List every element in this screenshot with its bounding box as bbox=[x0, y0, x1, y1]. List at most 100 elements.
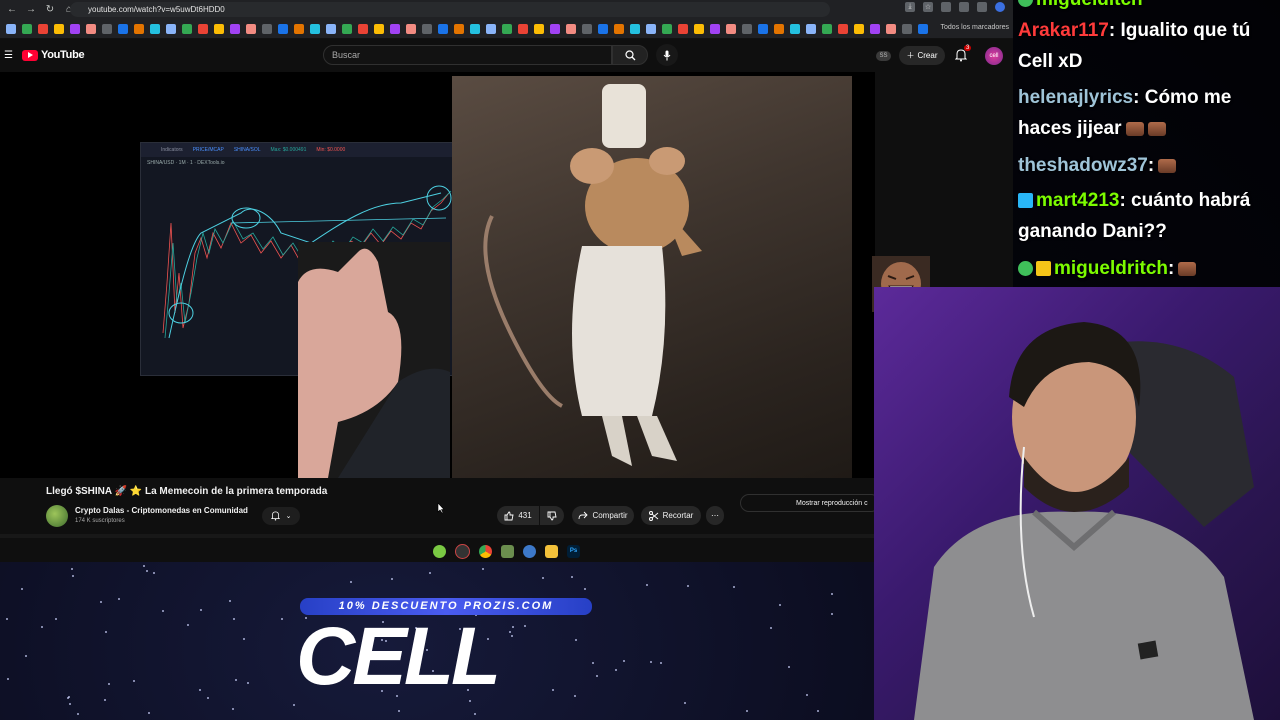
bookmark-icon[interactable] bbox=[774, 23, 784, 34]
bookmark-icon[interactable] bbox=[134, 23, 144, 34]
chat-message: mart4213: cuánto habrá ganando Dani?? bbox=[1018, 185, 1276, 247]
bookmark-icon[interactable] bbox=[582, 23, 592, 34]
puzzle-icon[interactable] bbox=[977, 2, 987, 12]
bookmark-icon[interactable] bbox=[262, 23, 272, 34]
channel-name[interactable]: Crypto Dalas - Criptomonedas en Comunida… bbox=[75, 506, 248, 515]
all-bookmarks-label[interactable]: Todos los marcadores bbox=[941, 24, 1009, 31]
bookmark-icon[interactable] bbox=[326, 23, 336, 34]
chrome-icon[interactable] bbox=[479, 544, 492, 558]
bookmark-icon[interactable] bbox=[182, 23, 192, 34]
bookmark-icon[interactable] bbox=[822, 23, 832, 34]
bookmark-icon[interactable] bbox=[902, 23, 912, 34]
bookmark-icon[interactable] bbox=[454, 23, 464, 34]
bookmark-icon[interactable] bbox=[214, 23, 224, 34]
install-icon[interactable]: ⤓ bbox=[905, 2, 915, 12]
star-decoration bbox=[596, 675, 598, 677]
bookmark-icon[interactable] bbox=[246, 23, 256, 34]
reload-icon[interactable]: ↻ bbox=[43, 3, 57, 17]
bookmark-icon[interactable] bbox=[198, 23, 208, 34]
bookmark-icon[interactable] bbox=[886, 23, 896, 34]
dislike-button[interactable] bbox=[540, 506, 564, 525]
search-button[interactable] bbox=[612, 45, 648, 65]
bookmark-icon[interactable] bbox=[662, 23, 672, 34]
chart-toolbar-item: Max: $0.000491 bbox=[270, 147, 307, 153]
bookmark-icon[interactable] bbox=[150, 23, 160, 34]
record-app-icon[interactable] bbox=[455, 543, 470, 559]
extension-icon[interactable] bbox=[941, 2, 951, 12]
bookmark-icon[interactable] bbox=[518, 23, 528, 34]
badge-icon bbox=[1018, 0, 1033, 8]
bookmark-icon[interactable] bbox=[758, 23, 768, 34]
bookmark-icon[interactable] bbox=[278, 23, 288, 34]
bookmark-icon[interactable] bbox=[486, 23, 496, 34]
menu-icon[interactable]: ☰ bbox=[4, 50, 13, 61]
bookmark-icon[interactable] bbox=[550, 23, 560, 34]
bookmark-icon[interactable] bbox=[918, 23, 928, 34]
bookmark-icon[interactable] bbox=[230, 23, 240, 34]
bookmark-icon[interactable] bbox=[502, 23, 512, 34]
bookmark-icon[interactable] bbox=[374, 23, 384, 34]
bookmark-icon[interactable] bbox=[118, 23, 128, 34]
video-player[interactable]: Indicators PRICE/MCAP SHINA/SOL Max: $0.… bbox=[0, 72, 930, 478]
bookmark-icon[interactable] bbox=[86, 23, 96, 34]
bookmark-icon[interactable] bbox=[470, 23, 480, 34]
avatar[interactable]: cell bbox=[985, 47, 1003, 65]
bookmark-icon[interactable] bbox=[294, 23, 304, 34]
bookmark-icon[interactable] bbox=[694, 23, 704, 34]
bookmark-icon[interactable] bbox=[310, 23, 320, 34]
bookmark-icon[interactable] bbox=[70, 23, 80, 34]
youtube-logo[interactable]: YouTube bbox=[22, 49, 85, 61]
bookmark-icon[interactable] bbox=[838, 23, 848, 34]
bookmark-icon[interactable] bbox=[726, 23, 736, 34]
bookmark-icon[interactable] bbox=[438, 23, 448, 34]
profile-icon[interactable] bbox=[995, 2, 1005, 12]
star-decoration bbox=[25, 655, 27, 657]
more-actions-button[interactable]: ⋯ bbox=[706, 506, 724, 525]
bookmark-icon[interactable] bbox=[102, 23, 112, 34]
bookmark-icon[interactable] bbox=[422, 23, 432, 34]
bookmark-icon[interactable] bbox=[166, 23, 176, 34]
game-app-icon[interactable] bbox=[501, 544, 514, 558]
bookmark-icon[interactable] bbox=[342, 23, 352, 34]
url-field[interactable]: youtube.com/watch?v=w5uwDt6HDD0 bbox=[70, 2, 830, 17]
star-icon[interactable]: ☆ bbox=[923, 2, 933, 12]
notifications-count: 3 bbox=[964, 45, 972, 51]
bookmark-icon[interactable] bbox=[22, 23, 32, 34]
bookmark-icon[interactable] bbox=[790, 23, 800, 34]
search-input[interactable]: Buscar bbox=[323, 45, 612, 65]
bookmark-icon[interactable] bbox=[854, 23, 864, 34]
share-button[interactable]: Compartir bbox=[572, 506, 634, 525]
photoshop-icon[interactable]: Ps bbox=[567, 544, 580, 558]
extension-icon[interactable] bbox=[959, 2, 969, 12]
bookmark-icon[interactable] bbox=[806, 23, 816, 34]
bookmark-icon[interactable] bbox=[614, 23, 624, 34]
bookmark-icon[interactable] bbox=[678, 23, 688, 34]
bookmark-icon[interactable] bbox=[598, 23, 608, 34]
back-icon[interactable]: ← bbox=[5, 3, 19, 17]
like-button[interactable]: 431 bbox=[497, 506, 539, 525]
create-button[interactable]: ＋ Crear bbox=[899, 46, 945, 65]
bookmark-icon[interactable] bbox=[646, 23, 656, 34]
bookmark-icon[interactable] bbox=[390, 23, 400, 34]
bookmark-icon[interactable] bbox=[38, 23, 48, 34]
bookmark-icon[interactable] bbox=[566, 23, 576, 34]
bookmark-icon[interactable] bbox=[630, 23, 640, 34]
bookmark-icon[interactable] bbox=[6, 23, 16, 34]
bookmark-icon[interactable] bbox=[54, 23, 64, 34]
show-replay-button[interactable]: Mostrar reproducción c bbox=[740, 494, 880, 512]
bookmark-icon[interactable] bbox=[870, 23, 880, 34]
voice-search-button[interactable] bbox=[656, 44, 678, 66]
folder-icon[interactable] bbox=[545, 544, 558, 558]
chart-toolbar-item: Indicators bbox=[161, 147, 183, 153]
forward-icon[interactable]: → bbox=[24, 3, 38, 17]
bookmark-icon[interactable] bbox=[534, 23, 544, 34]
pet-app-icon[interactable] bbox=[433, 544, 446, 558]
bookmark-icon[interactable] bbox=[406, 23, 416, 34]
bookmark-icon[interactable] bbox=[742, 23, 752, 34]
bookmark-icon[interactable] bbox=[358, 23, 368, 34]
channel-avatar[interactable] bbox=[46, 505, 68, 527]
clip-button[interactable]: Recortar bbox=[641, 506, 701, 525]
bird-app-icon[interactable] bbox=[523, 544, 536, 558]
bookmark-icon[interactable] bbox=[710, 23, 720, 34]
subscription-bell-button[interactable]: ⌄ bbox=[262, 507, 300, 525]
